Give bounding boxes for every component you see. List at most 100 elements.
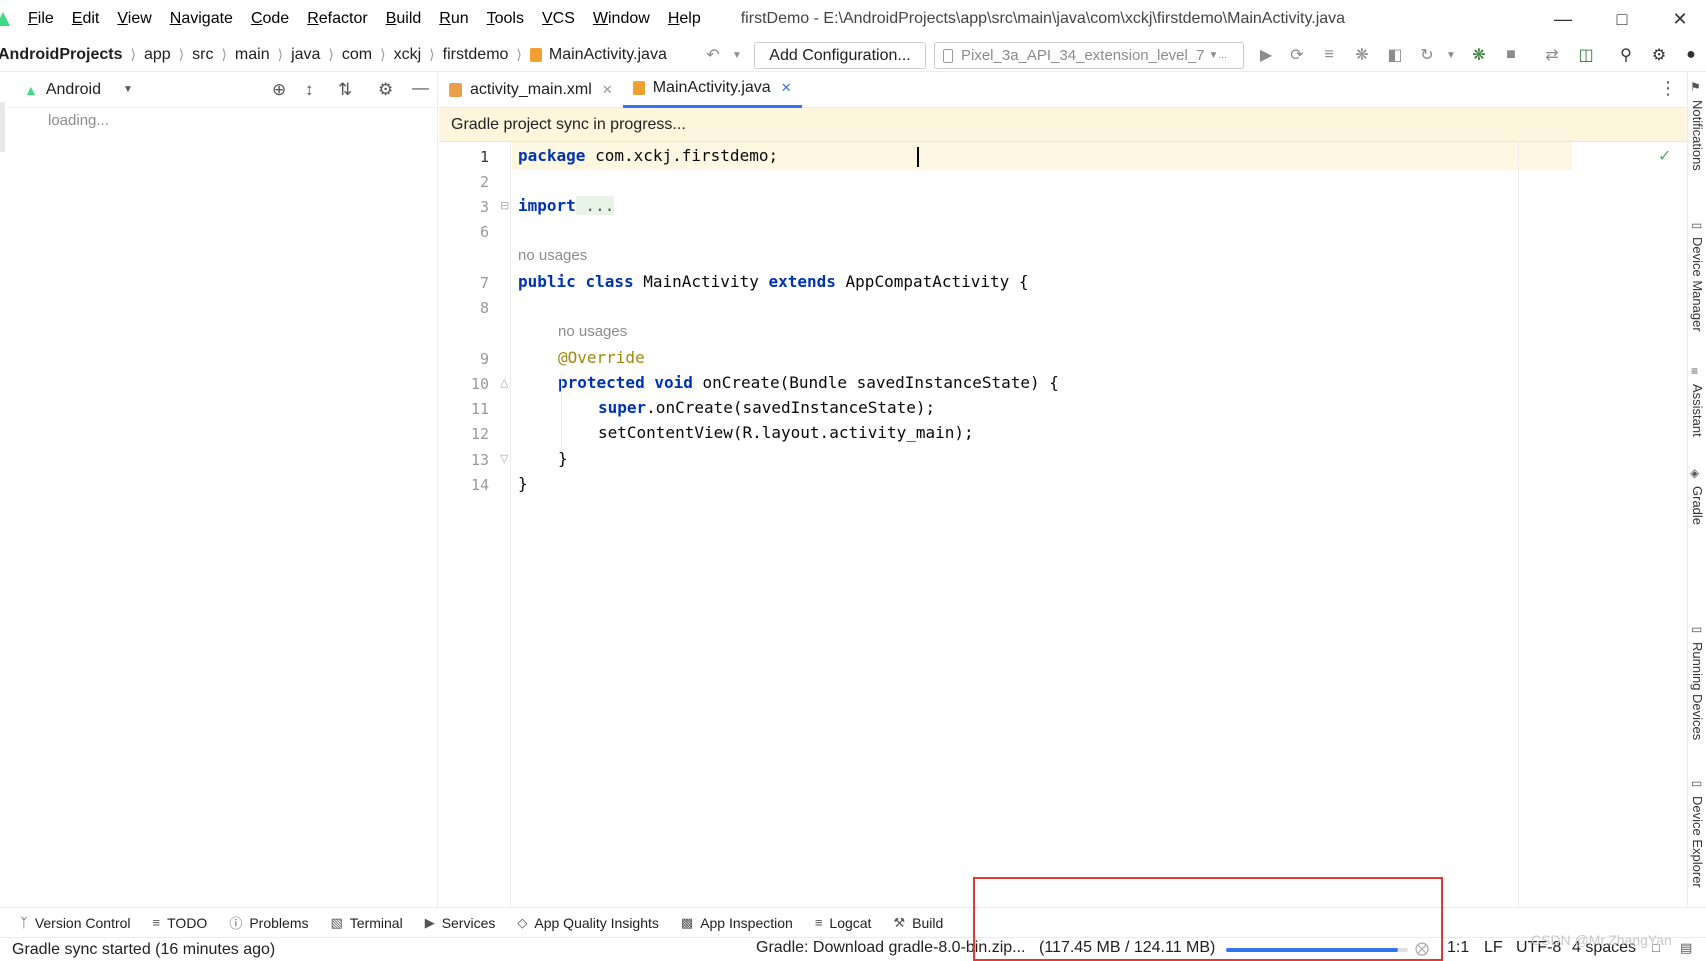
breadcrumb-java[interactable]: java	[291, 46, 320, 64]
tool-todo[interactable]: ≡ TODO	[153, 915, 208, 931]
tool-app-quality-insights[interactable]: ◇ App Quality Insights	[517, 915, 659, 931]
rerun-icon[interactable]: ⟳	[1284, 42, 1310, 68]
expand-all-icon[interactable]: ↕	[305, 80, 314, 100]
fold-icon[interactable]: ⊟	[500, 199, 509, 212]
device-mirror-icon[interactable]: ⇄	[1539, 42, 1565, 68]
collapse-all-icon[interactable]: ⇅	[338, 80, 352, 100]
usage-hint[interactable]: no usages	[558, 323, 627, 340]
tool-logcat[interactable]: ≡ Logcat	[815, 915, 872, 931]
breadcrumb-com[interactable]: com	[342, 46, 372, 64]
menu-help[interactable]: Help	[668, 10, 701, 28]
code-line-11[interactable]: super.onCreate(savedInstanceState);	[598, 398, 935, 417]
tool-app-inspection[interactable]: ▩ App Inspection	[681, 915, 793, 931]
chevron-down-icon[interactable]: ▼	[1438, 42, 1464, 68]
project-view-selector[interactable]: Android	[46, 81, 101, 99]
tab-mainactivity-java[interactable]: MainActivity.java ✕	[622, 72, 802, 108]
keyword: import	[518, 196, 576, 215]
usage-hint[interactable]: no usages	[518, 247, 587, 264]
add-configuration-button[interactable]: Add Configuration...	[754, 42, 926, 69]
breadcrumb-xckj[interactable]: xckj	[394, 46, 422, 64]
status-bar: Gradle sync started (16 minutes ago) Gra…	[0, 932, 1706, 961]
tool-problems[interactable]: ⓘ Problems	[229, 913, 308, 932]
code-line-12[interactable]: setContentView(R.layout.activity_main);	[598, 423, 974, 442]
chevron-down-icon[interactable]: ▼	[724, 42, 750, 68]
code-line-14[interactable]: }	[518, 474, 528, 493]
tool-version-control[interactable]: ᛉ Version Control	[20, 915, 131, 931]
back-arrow-icon[interactable]: ↶	[700, 42, 726, 68]
menu-build[interactable]: Build	[386, 10, 422, 28]
line-separator[interactable]: LF	[1484, 939, 1503, 957]
close-icon[interactable]: ✕	[1665, 6, 1695, 32]
hide-panel-icon[interactable]: —	[412, 78, 429, 98]
sidebar-device-manager[interactable]: Device Manager	[1690, 237, 1705, 332]
sync-gradle-icon[interactable]: ❋	[1466, 42, 1492, 68]
tool-terminal[interactable]: ▧ Terminal	[330, 915, 402, 931]
sidebar-running-devices[interactable]: Running Devices	[1690, 642, 1705, 740]
tool-services[interactable]: ▶ Services	[425, 915, 496, 931]
line-number-gutter: 1 2 3 6 7 8 9 10 11 12 13 14 ⊟ △ ▽	[439, 142, 511, 907]
code-line-13[interactable]: }	[558, 449, 568, 468]
account-icon[interactable]: ●	[1678, 42, 1704, 68]
code-line-10[interactable]: protected void onCreate(Bundle savedInst…	[558, 373, 1059, 392]
run-icon[interactable]: ▶	[1253, 42, 1279, 68]
panel-left-border	[0, 102, 5, 152]
caret-position[interactable]: 1:1	[1447, 939, 1469, 957]
gear-icon[interactable]: ⚙	[378, 80, 393, 100]
menu-file[interactable]: File	[28, 10, 54, 28]
fold-icon[interactable]: ▽	[500, 452, 508, 465]
close-icon[interactable]: ✕	[781, 80, 792, 96]
chevron-down-icon[interactable]: ▼	[123, 84, 133, 95]
menu-refactor[interactable]: Refactor	[307, 10, 367, 28]
menu-window[interactable]: Window	[593, 10, 650, 28]
device-selector[interactable]: Pixel_3a_API_34_extension_level_7 ▼...	[934, 42, 1244, 69]
fold-icon[interactable]: △	[500, 376, 508, 389]
code-line-3[interactable]: import ...	[518, 196, 615, 215]
java-class-icon	[632, 81, 645, 95]
code-line-7[interactable]: public class MainActivity extends AppCom…	[518, 272, 1029, 291]
sidebar-notifications[interactable]: Notifications	[1690, 100, 1705, 171]
code-line-9[interactable]: @Override	[558, 348, 645, 367]
tab-activity-main-xml[interactable]: activity_main.xml ✕	[439, 72, 623, 108]
menu-run[interactable]: Run	[439, 10, 468, 28]
branch-icon: ᛉ	[20, 915, 28, 930]
attach-debugger-icon[interactable]: ↻	[1414, 42, 1440, 68]
menu-code[interactable]: Code	[251, 10, 289, 28]
breadcrumb-src[interactable]: src	[192, 46, 213, 64]
menu-tools[interactable]: Tools	[487, 10, 524, 28]
locate-icon[interactable]: ⊕	[272, 80, 286, 100]
tool-build[interactable]: ⚒ Build	[893, 915, 943, 931]
stop-icon[interactable]: ■	[1498, 42, 1524, 68]
breadcrumb-project[interactable]: AndroidProjects	[0, 46, 122, 64]
more-options-icon[interactable]: ⋮	[1659, 78, 1677, 99]
line-number: 3	[479, 198, 489, 216]
apply-changes-icon[interactable]: ≡	[1316, 42, 1342, 68]
memory-icon[interactable]: ▤	[1680, 940, 1692, 956]
check-icon[interactable]: ✓	[1658, 146, 1671, 166]
menu-vcs[interactable]: VCS	[542, 10, 575, 28]
debug-icon[interactable]: ❋	[1349, 42, 1375, 68]
close-icon[interactable]: ✕	[602, 82, 613, 98]
sidebar-assistant[interactable]: Assistant	[1690, 384, 1705, 437]
line-number: 6	[479, 223, 489, 241]
menu-navigate[interactable]: Navigate	[170, 10, 233, 28]
folded-imports[interactable]: ...	[575, 196, 615, 215]
menu-view[interactable]: View	[117, 10, 151, 28]
breadcrumb-file[interactable]: MainActivity.java	[549, 46, 667, 64]
profile-icon[interactable]: ◧	[1382, 42, 1408, 68]
minimize-icon[interactable]: —	[1548, 6, 1578, 32]
code-line-1[interactable]: package com.xckj.firstdemo;	[518, 146, 778, 165]
status-message[interactable]: Gradle sync started (16 minutes ago)	[12, 941, 275, 959]
breadcrumb-main[interactable]: main	[235, 46, 270, 64]
xml-file-icon	[449, 82, 462, 97]
maximize-icon[interactable]: □	[1607, 6, 1637, 32]
breadcrumb-app[interactable]: app	[144, 46, 171, 64]
sidebar-device-explorer[interactable]: Device Explorer	[1690, 796, 1705, 888]
device-icon	[943, 48, 953, 63]
gear-icon[interactable]: ⚙	[1646, 42, 1672, 68]
menu-edit[interactable]: Edit	[72, 10, 100, 28]
logcat-icon: ≡	[814, 915, 823, 930]
breadcrumb-firstdemo[interactable]: firstdemo	[443, 46, 509, 64]
search-icon[interactable]: ⚲	[1613, 42, 1639, 68]
sidebar-gradle[interactable]: Gradle	[1690, 486, 1705, 525]
sdk-manager-icon[interactable]: ◫	[1573, 42, 1599, 68]
